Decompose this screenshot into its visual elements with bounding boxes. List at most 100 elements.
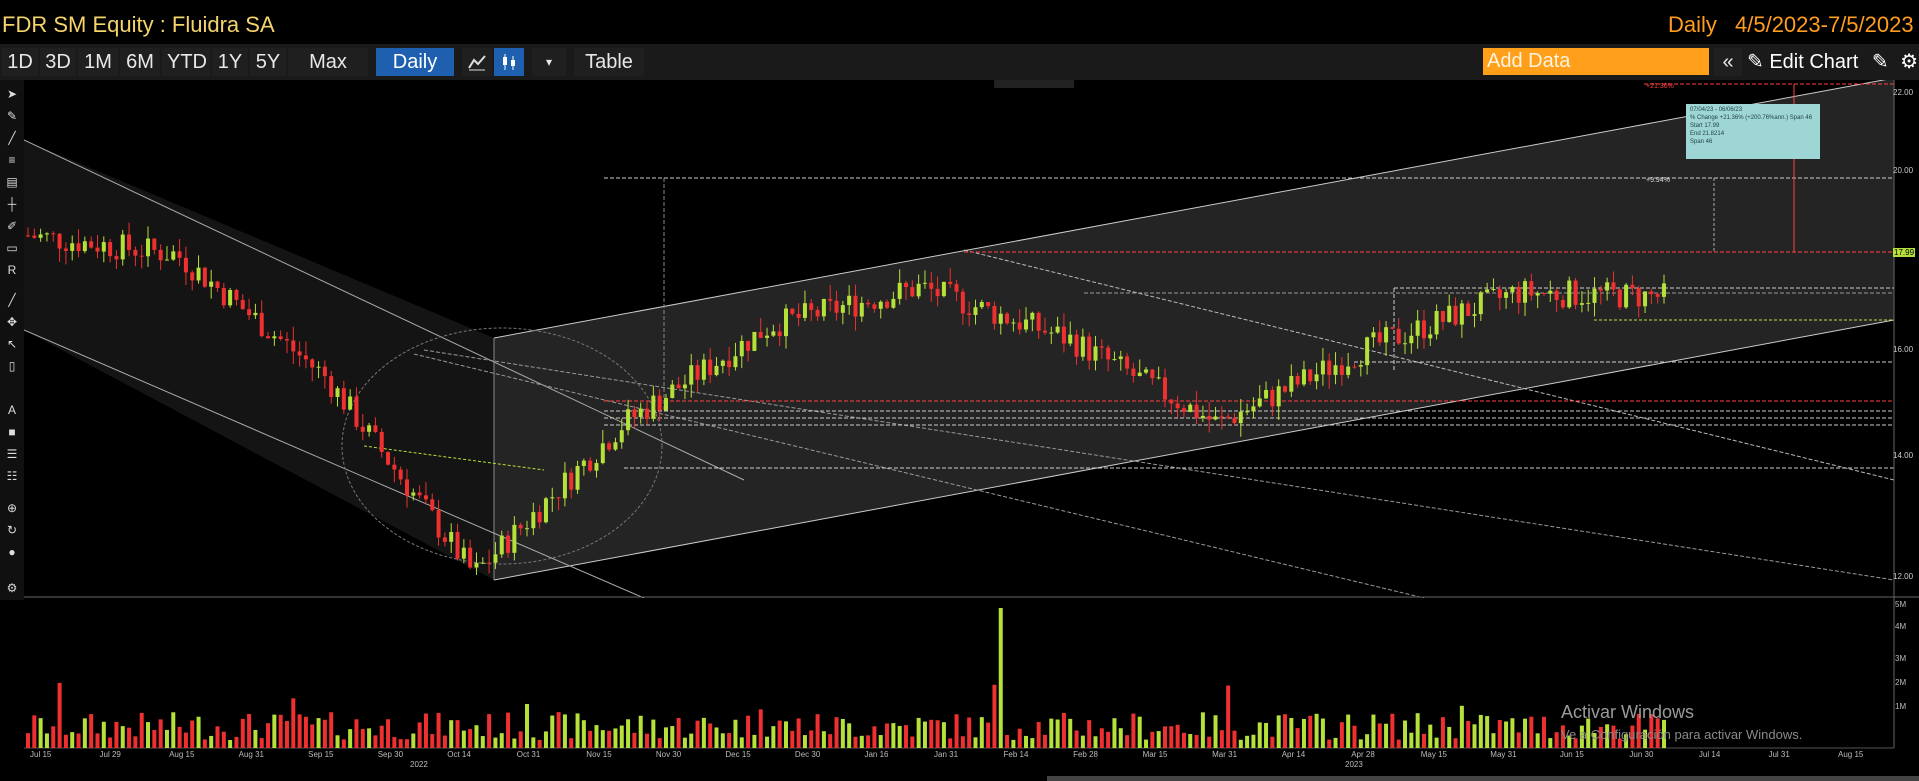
range-1m-button[interactable]: 1M: [78, 48, 118, 76]
candle-body: [550, 497, 555, 499]
volume-bar: [821, 731, 826, 748]
chevron-down-icon[interactable]: ▾: [532, 48, 566, 76]
range-3d-button[interactable]: 3D: [40, 48, 76, 76]
lines-icon[interactable]: ☰: [4, 446, 20, 462]
range-5y-button[interactable]: 5Y: [250, 48, 286, 76]
line-tool-icon[interactable]: ╱: [4, 292, 20, 308]
eraser-icon[interactable]: ▯: [4, 358, 20, 374]
volume-bar: [1042, 734, 1047, 748]
volume-bar: [329, 712, 334, 748]
zoom-icon[interactable]: ⊕: [4, 500, 20, 516]
volume-bar: [108, 737, 113, 748]
candle-body: [1472, 314, 1477, 316]
range-1y-button[interactable]: 1Y: [212, 48, 248, 76]
double-chevron-left-icon[interactable]: «: [1714, 48, 1742, 76]
windows-activation-watermark: Activar Windows: [1561, 702, 1695, 722]
volume-axis-label: 5M: [1895, 600, 1907, 609]
candle-body: [1156, 377, 1161, 379]
line-chart-icon[interactable]: [462, 48, 492, 76]
table-button[interactable]: Table: [574, 48, 644, 76]
candle-body: [1421, 320, 1426, 339]
candle-body: [398, 469, 403, 480]
volume-bar: [228, 739, 233, 748]
candle-body: [948, 281, 953, 285]
volume-bar: [600, 730, 605, 748]
range-6m-button[interactable]: 6M: [120, 48, 160, 76]
candle-body: [998, 313, 1003, 324]
candle-body: [1327, 360, 1332, 375]
range-ytd-button[interactable]: YTD: [162, 48, 210, 76]
rectangle-icon[interactable]: ▭: [4, 240, 20, 256]
candle-body: [348, 396, 353, 410]
candle-body: [525, 528, 530, 530]
grid-icon[interactable]: ☷: [4, 468, 20, 484]
x-tick-label: Nov 30: [655, 750, 682, 759]
trend-line-icon[interactable]: ╱: [4, 130, 20, 146]
chart-zoom-controls[interactable]: [994, 80, 1074, 88]
volume-bar: [95, 733, 100, 748]
candle-body: [1320, 360, 1325, 375]
range-max-button[interactable]: Max: [288, 48, 368, 76]
candle-body: [1295, 376, 1300, 385]
candle-body: [1207, 415, 1212, 420]
fibonacci-icon[interactable]: ≡: [4, 152, 20, 168]
candle-body: [569, 472, 574, 490]
candle-body: [253, 312, 258, 316]
candle-body: [1264, 389, 1269, 399]
pencil-icon: ✎: [1747, 51, 1770, 73]
volume-bar: [1162, 726, 1167, 748]
volume-bar: [1478, 714, 1483, 748]
text-tool-icon[interactable]: R: [4, 262, 20, 278]
frequency-dropdown[interactable]: Daily ▼: [376, 48, 454, 101]
edit-note-icon[interactable]: ✎: [1872, 51, 1889, 73]
pen-icon[interactable]: ✎: [4, 108, 20, 124]
candle-body: [701, 359, 706, 380]
candle-body: [461, 547, 466, 559]
fill-icon[interactable]: ■: [4, 424, 20, 440]
candlestick-icon[interactable]: [494, 48, 524, 76]
volume-bar: [1516, 732, 1521, 748]
candle-body: [922, 282, 927, 284]
move-icon[interactable]: ✥: [4, 314, 20, 330]
settings-gear-icon[interactable]: ⚙: [4, 580, 20, 596]
volume-bar: [341, 739, 346, 748]
volume-bar: [651, 719, 656, 748]
crosshair-icon[interactable]: ┼: [4, 196, 20, 212]
add-data-input[interactable]: Add Data: [1483, 48, 1709, 75]
volume-bar: [57, 682, 62, 748]
volume-bar: [840, 718, 845, 748]
candle-body: [613, 442, 618, 450]
volume-bar: [1523, 718, 1528, 748]
volume-bar: [1061, 712, 1066, 748]
scroll-thumb[interactable]: [1047, 776, 1919, 781]
range-1d-button[interactable]: 1D: [2, 48, 38, 76]
volume-bar: [51, 726, 56, 748]
color-palette-icon[interactable]: ●: [4, 544, 20, 560]
refresh-icon[interactable]: ↻: [4, 522, 20, 538]
volume-bar: [550, 715, 555, 748]
popup-line: End 21.8214: [1690, 131, 1725, 137]
brush-icon[interactable]: ✐: [4, 218, 20, 234]
volume-bar: [1409, 732, 1414, 748]
volume-bar: [411, 733, 416, 748]
volume-bar: [1005, 734, 1010, 748]
candle-body: [386, 451, 391, 465]
windows-activation-subtitle: Ve a Configuración para activar Windows.: [1561, 727, 1803, 742]
cursor-icon[interactable]: ➤: [4, 86, 20, 102]
font-icon[interactable]: A: [4, 402, 20, 418]
candle-body: [1662, 283, 1666, 297]
edit-chart-button[interactable]: ✎ Edit Chart ✎ ⚙: [1747, 48, 1918, 76]
volume-bar: [783, 721, 788, 748]
volume-bar: [790, 730, 795, 748]
candle-body: [1579, 303, 1584, 305]
price-chart[interactable]: +21.36% +9.94%: [24, 80, 1919, 598]
candle-body: [1080, 336, 1085, 357]
date-range[interactable]: 4/5/2023-7/5/2023: [1735, 12, 1914, 38]
candle-body: [38, 234, 43, 238]
arrow-icon[interactable]: ↖: [4, 336, 20, 352]
bottom-scrollbar[interactable]: [0, 773, 1919, 781]
gear-icon[interactable]: ⚙: [1900, 51, 1918, 73]
candle-body: [1598, 288, 1603, 291]
ruler-icon[interactable]: ▤: [4, 174, 20, 190]
volume-bar: [392, 737, 397, 748]
